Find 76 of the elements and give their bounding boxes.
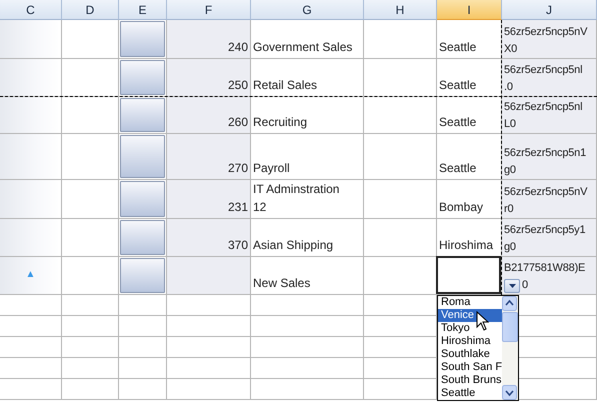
row-button[interactable] xyxy=(120,258,165,293)
table-cell-text: 250 xyxy=(228,77,248,94)
table-cell-text: B2177581W88)E xyxy=(504,261,586,276)
column-header[interactable]: E xyxy=(119,0,167,20)
row-button[interactable] xyxy=(120,181,165,217)
row-header-cell xyxy=(0,20,62,59)
scroll-up-icon[interactable] xyxy=(502,296,517,311)
table-cell-text: 260 xyxy=(228,114,248,131)
dropdown-item[interactable]: Tokyo xyxy=(438,322,502,335)
scroll-thumb[interactable] xyxy=(502,312,518,342)
empty-cell xyxy=(119,316,167,337)
row-button[interactable] xyxy=(120,220,165,255)
table-cell-text: 0 xyxy=(522,278,528,293)
dropdown-item[interactable]: Hiroshima xyxy=(438,335,502,348)
table-cell-text: Seattle xyxy=(439,39,476,56)
row-button[interactable] xyxy=(120,98,165,132)
row-button[interactable] xyxy=(120,135,165,178)
dropdown-item[interactable]: Seattle xyxy=(438,387,502,400)
column-header[interactable]: J xyxy=(502,0,597,20)
cell-editor[interactable] xyxy=(436,256,501,294)
table-cell-text: Bombay xyxy=(439,199,484,216)
empty-cell xyxy=(62,337,119,358)
row-header-cell xyxy=(0,134,62,180)
table-cell-text: 56zr5ezr5ncp5nl .0 xyxy=(504,63,582,95)
new-row-marker: ▲ xyxy=(26,268,36,282)
table-cell-text: 56zr5ezr5ncp5nV r0 xyxy=(504,185,588,217)
dropdown-item[interactable]: Roma xyxy=(438,296,502,309)
table-cell-text: Payroll xyxy=(253,160,290,177)
column-header[interactable]: H xyxy=(364,0,437,20)
table-cell-text: 56zr5ezr5ncp5n1 g0 xyxy=(504,146,586,178)
table-cell-text: New Sales xyxy=(253,275,310,292)
row-header-cell xyxy=(0,180,62,219)
cursor-icon xyxy=(476,311,489,331)
column-header[interactable]: D xyxy=(62,0,119,20)
scrollbar[interactable] xyxy=(502,296,518,400)
dropdown-item[interactable]: South San F xyxy=(438,361,502,374)
row-button[interactable] xyxy=(120,21,165,57)
empty-cell xyxy=(62,358,119,379)
table-cell-text: 56zr5ezr5ncp5nl L0 xyxy=(504,100,582,132)
table-cell-text: Recruiting xyxy=(253,114,308,131)
empty-cell xyxy=(119,358,167,379)
scroll-down-icon[interactable] xyxy=(502,385,517,400)
row-header-cell xyxy=(0,59,62,97)
table-cell-text: Asian Shipping xyxy=(253,237,334,254)
table-cell-text: 231 xyxy=(228,199,248,216)
column-header[interactable]: I xyxy=(437,0,502,20)
table-cell-text: IT Adminstration 12 xyxy=(253,181,340,216)
column-header[interactable]: C xyxy=(0,0,62,20)
empty-cell xyxy=(119,379,167,400)
table-cell-text: Government Sales xyxy=(253,39,352,56)
table-cell-text: Hiroshima xyxy=(439,237,494,254)
column-header[interactable]: G xyxy=(251,0,364,20)
empty-cell xyxy=(0,316,62,337)
table-cell-text: 240 xyxy=(228,39,248,56)
empty-cell xyxy=(62,379,119,400)
table-cell-text: 56zr5ezr5ncp5y1 g0 xyxy=(504,223,586,255)
table-cell-text: Seattle xyxy=(439,77,476,94)
empty-cell xyxy=(0,379,62,400)
table-cell-text: Seattle xyxy=(439,114,476,131)
dropdown-button[interactable] xyxy=(504,278,520,292)
dropdown-item[interactable]: Southlake xyxy=(438,348,502,361)
column-header[interactable]: F xyxy=(167,0,251,20)
table-cell-text: 56zr5ezr5ncp5nV X0 xyxy=(504,25,588,57)
empty-cell xyxy=(119,337,167,358)
row-header-cell xyxy=(0,97,62,134)
row-button[interactable] xyxy=(120,60,165,95)
table-cell-text: Retail Sales xyxy=(253,77,318,94)
empty-cell xyxy=(0,358,62,379)
caret-icon xyxy=(508,284,516,288)
empty-cell xyxy=(0,337,62,358)
table-cell-text: 370 xyxy=(228,237,248,254)
empty-cell xyxy=(62,295,119,316)
empty-cell xyxy=(62,316,119,337)
dropdown-item[interactable]: South Bruns xyxy=(438,374,502,387)
table-cell-text: Seattle xyxy=(439,160,476,177)
table-cell-text: 270 xyxy=(228,160,248,177)
